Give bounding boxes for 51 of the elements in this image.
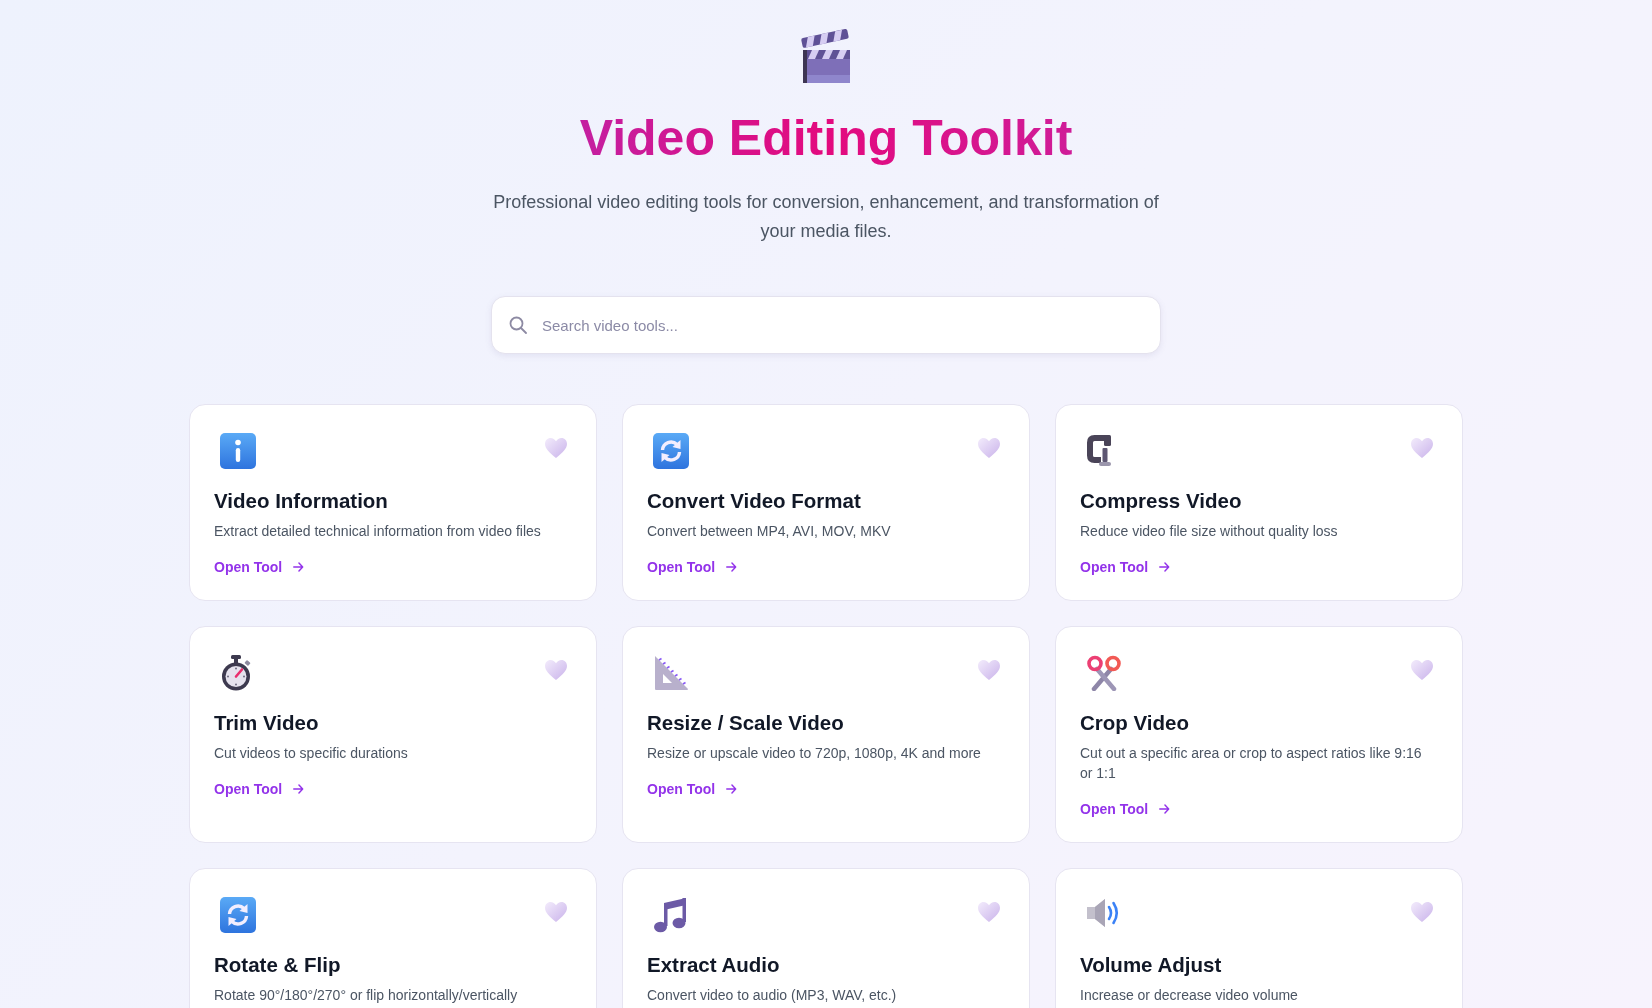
- heart-icon[interactable]: [977, 901, 1001, 923]
- card-title: Compress Video: [1080, 488, 1243, 514]
- music-notes-icon: [653, 897, 687, 933]
- heart-icon[interactable]: [544, 901, 568, 923]
- heart-icon[interactable]: [977, 659, 1001, 681]
- search-field[interactable]: Search video tools...: [491, 296, 1161, 354]
- clamp-icon: [1086, 433, 1114, 469]
- search-icon: [509, 316, 527, 334]
- heart-icon[interactable]: [1410, 437, 1434, 459]
- card-description: Extract detailed technical information from video files: [214, 522, 542, 541]
- card-description: Increase or decrease video volume: [1080, 986, 1299, 1005]
- scissors-icon: [1086, 655, 1122, 691]
- open-tool-link[interactable]: Open Tool: [1080, 557, 1171, 577]
- heart-icon[interactable]: [977, 437, 1001, 459]
- arrow-right-icon: [1159, 562, 1171, 572]
- arrow-right-icon: [726, 784, 738, 794]
- card-description: Rotate 90°/180°/270° or flip horizontally/vertically: [214, 986, 519, 1005]
- arrow-right-icon: [293, 562, 305, 572]
- open-tool-link[interactable]: Open Tool: [647, 779, 738, 799]
- card-description: Cut videos to specific durations: [214, 744, 409, 763]
- refresh-icon: [653, 433, 689, 469]
- arrow-right-icon: [293, 784, 305, 794]
- card-title: Convert Video Format: [647, 488, 862, 514]
- card-description: Resize or upscale video to 720p, 1080p, 4K and more: [647, 744, 982, 763]
- heart-icon[interactable]: [1410, 901, 1434, 923]
- card-title: Video Information: [214, 488, 389, 514]
- card-title: Trim Video: [214, 710, 320, 736]
- open-tool-link[interactable]: Open Tool: [1080, 799, 1171, 819]
- card-title: Crop Video: [1080, 710, 1190, 736]
- card-title: Rotate & Flip: [214, 952, 342, 978]
- refresh-icon: [220, 897, 256, 933]
- arrow-right-icon: [1159, 804, 1171, 814]
- card-description: Reduce video file size without quality loss: [1080, 522, 1339, 541]
- open-tool-link[interactable]: Open Tool: [214, 557, 305, 577]
- card-title: Extract Audio: [647, 952, 781, 978]
- arrow-right-icon: [726, 562, 738, 572]
- open-tool-link[interactable]: Open Tool: [214, 779, 305, 799]
- info-icon: [220, 433, 256, 469]
- card-title: Resize / Scale Video: [647, 710, 845, 736]
- triangle-ruler-icon: [653, 655, 689, 691]
- page-subtitle: Professional video editing tools for conversion, enhancement, and transformation of your media files.: [492, 191, 1160, 243]
- heart-icon[interactable]: [1410, 659, 1434, 681]
- open-tool-link[interactable]: Open Tool: [647, 557, 738, 577]
- clapperboard-icon: [800, 27, 852, 85]
- heart-icon[interactable]: [544, 437, 568, 459]
- heart-icon[interactable]: [544, 659, 568, 681]
- stopwatch-icon: [220, 655, 252, 691]
- card-title: Volume Adjust: [1080, 952, 1223, 978]
- card-description: Convert between MP4, AVI, MOV, MKV: [647, 522, 892, 541]
- card-description: Cut out a specific area or crop to aspect ratios like 9:16 or 1:1: [1080, 744, 1423, 783]
- card-description: Convert video to audio (MP3, WAV, etc.): [647, 986, 898, 1005]
